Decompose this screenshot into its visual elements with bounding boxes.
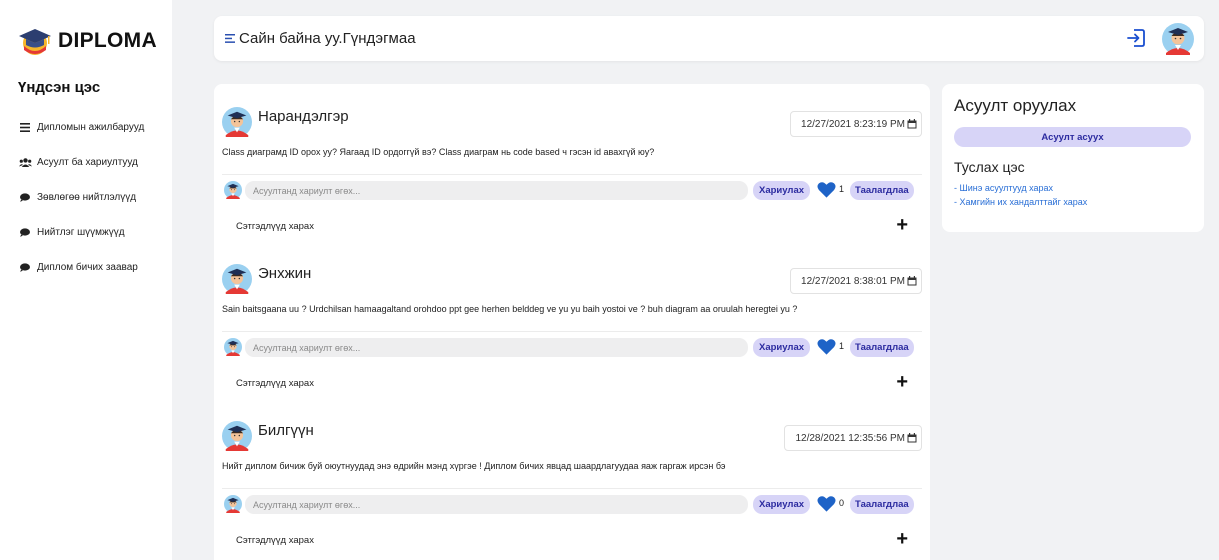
calendar-icon <box>907 276 917 286</box>
graduation-cap-icon <box>19 29 51 55</box>
avatar <box>224 181 242 199</box>
question-text: Class диаграмд ID орох уу? Яагаад ID орд… <box>222 147 655 157</box>
like-count: 1 <box>839 341 845 351</box>
date-value: 12/27/2021 8:38:01 PM <box>801 275 905 287</box>
date-value: 12/27/2021 8:23:19 PM <box>801 118 905 130</box>
answer-row: Хариулах 0 Таалагдлаа <box>222 488 922 514</box>
sidebar-item-qa[interactable]: Асуулт ба хариултууд <box>18 145 178 180</box>
question-card: Энхжин 12/27/2021 8:38:01 PM Sain baitsg… <box>222 261 922 401</box>
list-icon <box>18 123 32 132</box>
plus-icon[interactable]: + <box>896 214 908 237</box>
author-name: Энхжин <box>258 265 312 282</box>
question-header: Билгүүн 12/28/2021 12:35:56 PM <box>222 418 922 454</box>
sidebar: DIPLOMA Үндсэн цэс Дипломын ажилбарууд А… <box>0 0 172 560</box>
question-text: Нийт диплом бичиж буй оюутнуудад энэ өдр… <box>222 461 726 471</box>
avatar <box>224 495 242 513</box>
sidebar-item-label: Зөвлөгөө нийтлэлүүд <box>37 192 137 203</box>
greeting: Сайн байна уу.Гүндэгмаа <box>225 30 416 47</box>
helper-links: - Шинэ асуултууд харах - Хамгийн их ханд… <box>954 181 1087 209</box>
comments-label: Сэтгэдлүүд харах <box>236 535 314 546</box>
like-count: 1 <box>839 184 845 194</box>
avatar <box>224 338 242 356</box>
greeting-text: Сайн байна уу.Гүндэгмаа <box>239 30 416 47</box>
ask-question-button[interactable]: Асуулт асуух <box>954 127 1191 147</box>
sidebar-item-label: Дипломын ажилбарууд <box>37 122 145 133</box>
sidebar-item-label: Асуулт ба хариултууд <box>37 157 138 168</box>
avatar <box>222 421 252 451</box>
answer-row: Хариулах 1 Таалагдлаа <box>222 331 922 357</box>
most-viewed-link[interactable]: - Хамгийн их хандалттайг харах <box>954 195 1087 209</box>
reply-button[interactable]: Хариулах <box>753 338 811 357</box>
menu-toggle-icon[interactable] <box>225 30 235 47</box>
chat-icon <box>18 193 32 202</box>
comments-toggle[interactable]: Сэтгэдлүүд харах + <box>222 210 922 244</box>
comments-toggle[interactable]: Сэтгэдлүүд харах + <box>222 367 922 401</box>
heart-icon[interactable] <box>817 181 836 199</box>
sidebar-item-guide[interactable]: Диплом бичих заавар <box>18 250 178 285</box>
panel-title: Асуулт оруулах <box>954 96 1077 115</box>
comments-label: Сэтгэдлүүд харах <box>236 221 314 232</box>
heart-icon[interactable] <box>817 495 836 513</box>
date-value: 12/28/2021 12:35:56 PM <box>795 432 905 444</box>
plus-icon[interactable]: + <box>896 371 908 394</box>
main-area: Сайн байна уу.Гүндэгмаа Нарандэлгэр 12/2… <box>172 0 1219 560</box>
like-button[interactable]: Таалагдлаа <box>850 495 914 514</box>
answer-input[interactable] <box>245 495 748 514</box>
sidebar-item-reviews[interactable]: Нийтлэг шүүмжүүд <box>18 215 178 250</box>
avatar <box>222 107 252 137</box>
heart-icon[interactable] <box>817 338 836 356</box>
answer-row: Хариулах 1 Таалагдлаа <box>222 174 922 200</box>
sidebar-item-advice[interactable]: Зөвлөгөө нийтлэлүүд <box>18 180 178 215</box>
like-button[interactable]: Таалагдлаа <box>850 181 914 200</box>
new-questions-link[interactable]: - Шинэ асуултууд харах <box>954 181 1087 195</box>
sidebar-menu: Дипломын ажилбарууд Асуулт ба хариултууд… <box>18 110 178 285</box>
date-field[interactable]: 12/28/2021 12:35:56 PM <box>784 425 922 451</box>
menu-title: Үндсэн цэс <box>18 79 101 96</box>
author-name: Билгүүн <box>258 422 314 439</box>
comments-label: Сэтгэдлүүд харах <box>236 378 314 389</box>
logout-button[interactable] <box>1126 28 1146 53</box>
logo[interactable]: DIPLOMA <box>18 26 157 56</box>
answer-input[interactable] <box>245 338 748 357</box>
comments-toggle[interactable]: Сэтгэдлүүд харах + <box>222 524 922 558</box>
helper-menu-title: Туслах цэс <box>954 159 1025 175</box>
author-name: Нарандэлгэр <box>258 108 349 125</box>
calendar-icon <box>907 119 917 129</box>
users-icon <box>18 158 32 167</box>
question-text: Sain baitsgaana uu ? Urdchilsan hamaagal… <box>222 304 798 314</box>
date-field[interactable]: 12/27/2021 8:23:19 PM <box>790 111 922 137</box>
question-header: Нарандэлгэр 12/27/2021 8:23:19 PM <box>222 104 922 140</box>
logout-icon <box>1127 29 1145 47</box>
like-button[interactable]: Таалагдлаа <box>850 338 914 357</box>
logo-text: DIPLOMA <box>58 29 157 52</box>
reply-button[interactable]: Хариулах <box>753 181 811 200</box>
question-header: Энхжин 12/27/2021 8:38:01 PM <box>222 261 922 297</box>
sidebar-item-label: Диплом бичих заавар <box>37 262 138 273</box>
like-count: 0 <box>839 498 845 508</box>
sidebar-item-label: Нийтлэг шүүмжүүд <box>37 227 125 238</box>
chat-icon <box>18 228 32 237</box>
top-bar: Сайн байна уу.Гүндэгмаа <box>214 16 1204 61</box>
plus-icon[interactable]: + <box>896 528 908 551</box>
chat-icon <box>18 263 32 272</box>
question-feed: Нарандэлгэр 12/27/2021 8:23:19 PM Class … <box>214 84 930 560</box>
ask-question-panel: Асуулт оруулах Асуулт асуух Туслах цэс -… <box>942 84 1204 232</box>
question-card: Нарандэлгэр 12/27/2021 8:23:19 PM Class … <box>222 104 922 244</box>
calendar-icon <box>907 433 917 443</box>
reply-button[interactable]: Хариулах <box>753 495 811 514</box>
avatar <box>222 264 252 294</box>
sidebar-item-diploma-works[interactable]: Дипломын ажилбарууд <box>18 110 178 145</box>
avatar[interactable] <box>1162 23 1194 60</box>
date-field[interactable]: 12/27/2021 8:38:01 PM <box>790 268 922 294</box>
question-card: Билгүүн 12/28/2021 12:35:56 PM Нийт дипл… <box>222 418 922 558</box>
answer-input[interactable] <box>245 181 748 200</box>
